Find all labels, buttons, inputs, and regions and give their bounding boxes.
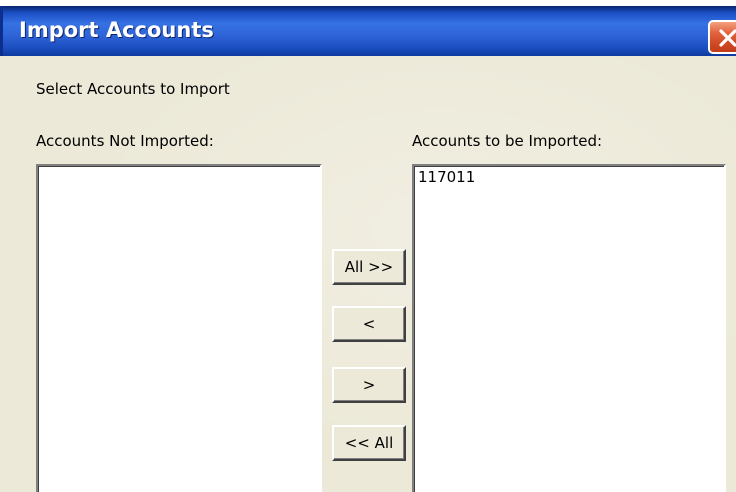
- accounts-not-imported-list[interactable]: [36, 164, 322, 492]
- import-accounts-dialog: Import Accounts Select Accounts to Impor…: [0, 0, 736, 492]
- add-one-button[interactable]: >: [332, 367, 406, 403]
- close-icon: [719, 29, 736, 47]
- accounts-to-be-imported-label: Accounts to be Imported:: [412, 132, 603, 150]
- add-all-button[interactable]: All >>: [332, 249, 406, 285]
- dialog-body: Select Accounts to Import Accounts Not I…: [0, 56, 736, 492]
- remove-all-button[interactable]: << All: [332, 425, 406, 461]
- close-button[interactable]: [708, 20, 736, 54]
- title-bar[interactable]: Import Accounts: [0, 0, 736, 62]
- accounts-not-imported-label: Accounts Not Imported:: [36, 132, 214, 150]
- accounts-to-be-imported-list[interactable]: 117011: [412, 164, 726, 492]
- list-item[interactable]: 117011: [418, 168, 475, 186]
- remove-one-button[interactable]: <: [332, 306, 406, 342]
- window-title: Import Accounts: [19, 18, 214, 42]
- instructions-label: Select Accounts to Import: [36, 80, 230, 98]
- title-bar-edge: [0, 6, 3, 62]
